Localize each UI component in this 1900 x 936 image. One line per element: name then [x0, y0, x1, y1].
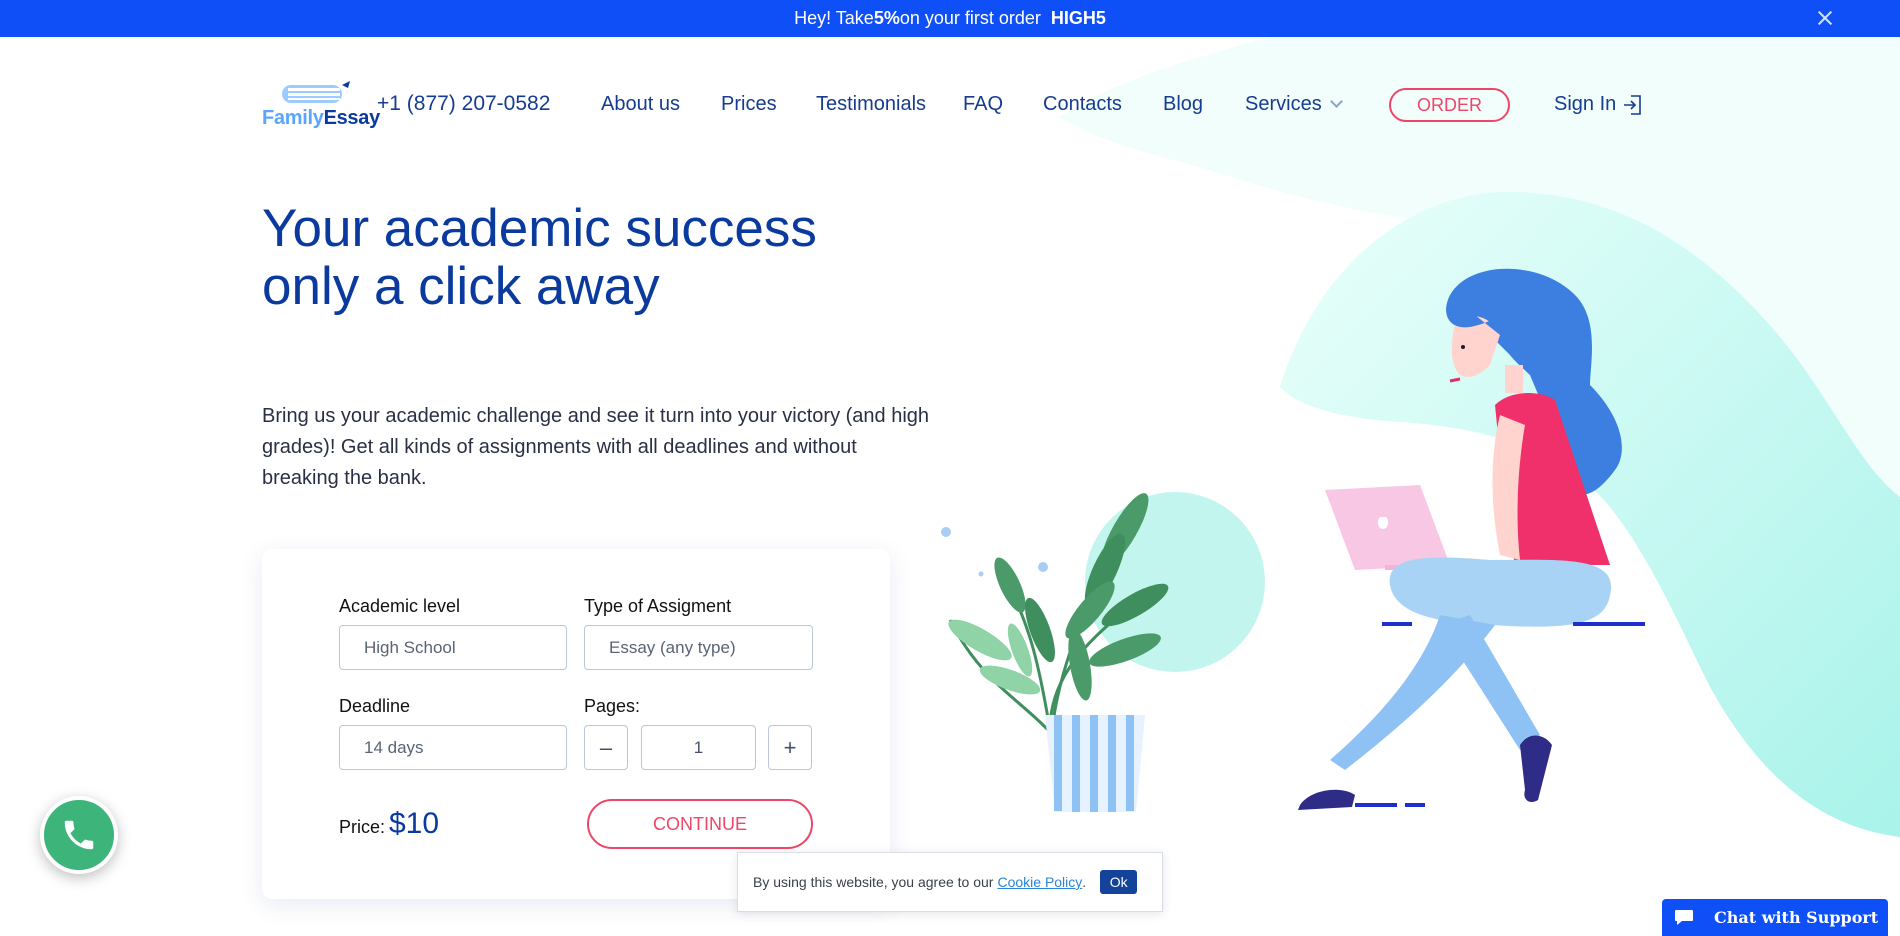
cookie-ok-button[interactable]: Ok — [1100, 870, 1138, 894]
nav-faq[interactable]: FAQ — [963, 93, 1003, 116]
nav-testimonials[interactable]: Testimonials — [816, 93, 926, 116]
promo-discount: 5% — [873, 8, 900, 28]
chat-label: Chat with Support — [1714, 908, 1879, 927]
promo-banner: Hey! Take 5% on your first order HIGH5 — [0, 0, 1900, 37]
order-button[interactable]: ORDER — [1389, 88, 1510, 122]
cookie-policy-link[interactable]: Cookie Policy — [997, 874, 1082, 890]
academic-level-select[interactable]: High School — [339, 625, 567, 670]
hero-title: Your academic success only a click away — [262, 199, 817, 316]
woman-laptop-illustration — [1298, 268, 1645, 810]
cookie-notice: By using this website, you agree to our … — [737, 852, 1163, 912]
pages-increment-button[interactable]: + — [768, 725, 812, 770]
price-label: Price: — [339, 817, 386, 837]
nav-about-us[interactable]: About us — [601, 93, 680, 116]
deadline-label: Deadline — [339, 696, 411, 716]
close-icon[interactable] — [1816, 9, 1834, 27]
order-calculator: Academic level High School Type of Assig… — [262, 549, 890, 899]
logo-text: FamilyEssay — [262, 107, 380, 129]
phone-icon — [64, 820, 94, 850]
site-header: FamilyEssay +1 (877) 207-0582 About us P… — [0, 37, 1900, 147]
assignment-type-select[interactable]: Essay (any type) — [584, 625, 813, 670]
cookie-period: . — [1082, 874, 1087, 890]
call-button[interactable] — [40, 796, 118, 874]
chat-bubble-icon — [1675, 909, 1693, 925]
nav-services[interactable]: Services — [1245, 93, 1343, 116]
promo-prefix: Hey! Take — [794, 8, 874, 28]
cookie-text: By using this website, you agree to our — [753, 874, 994, 890]
nav-blog[interactable]: Blog — [1163, 93, 1203, 116]
promo-code: HIGH5 — [1050, 8, 1106, 28]
deadline-select[interactable]: 14 days — [339, 725, 567, 770]
price-value: $10 — [389, 807, 440, 840]
academic-level-label: Academic level — [339, 596, 461, 616]
pages-input[interactable]: 1 — [641, 725, 756, 770]
sign-in-link[interactable]: Sign In — [1554, 93, 1642, 116]
sign-in-icon — [1624, 94, 1642, 115]
nav-prices[interactable]: Prices — [721, 93, 777, 116]
assignment-type-label: Type of Assigment — [584, 596, 732, 616]
continue-button[interactable]: CONTINUE — [587, 799, 813, 849]
header-phone-link[interactable]: +1 (877) 207-0582 — [377, 92, 550, 116]
pages-label: Pages: — [584, 696, 641, 716]
hero-description: Bring us your academic challenge and see… — [262, 405, 930, 489]
chevron-down-icon — [1329, 95, 1343, 108]
sign-in-label: Sign In — [1554, 93, 1617, 115]
pages-decrement-button[interactable]: – — [584, 725, 628, 770]
nav-contacts[interactable]: Contacts — [1043, 93, 1122, 116]
promo-suffix: on your first order — [899, 8, 1041, 28]
nav-services-label: Services — [1245, 93, 1322, 115]
chat-with-support-button[interactable]: Chat with Support — [1662, 899, 1888, 936]
plant-illustration — [948, 493, 1169, 812]
